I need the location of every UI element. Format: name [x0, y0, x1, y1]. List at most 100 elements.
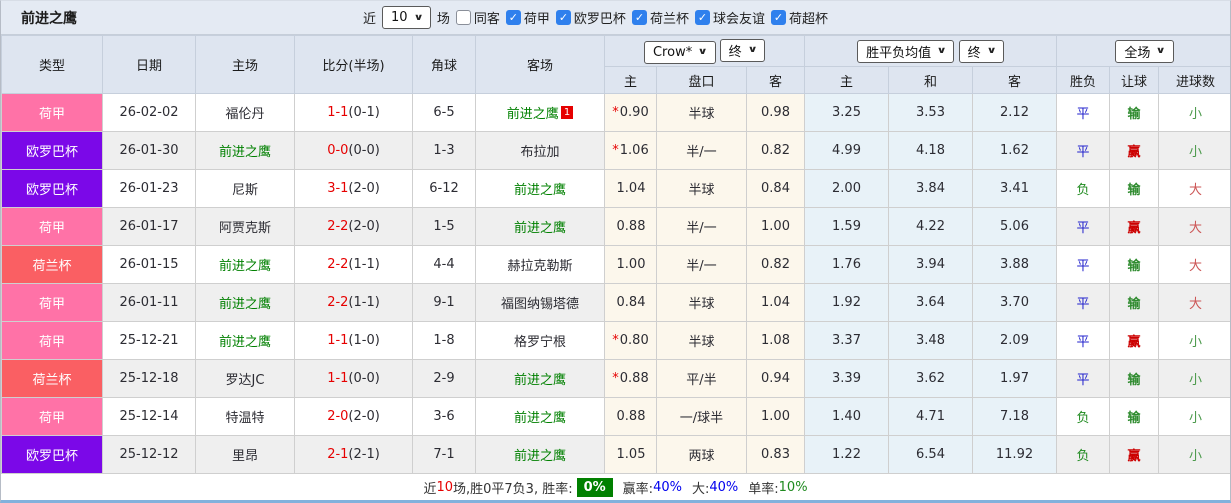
- result-wdl-cell: 平: [1056, 283, 1110, 322]
- result-goals-cell: 小: [1157, 93, 1230, 132]
- checkbox-icon: ✓: [694, 10, 710, 25]
- score-cell: 0-0(0-0): [294, 131, 413, 170]
- fulltime-score: 1-1: [327, 105, 349, 120]
- halftime-score: (2-0): [348, 409, 380, 424]
- league-cell: 欧罗巴杯: [1, 131, 103, 170]
- handicap-line-cell: 半/一: [656, 131, 747, 170]
- filter-checkbox[interactable]: ✓ 球会友谊: [694, 8, 765, 27]
- checkbox-icon: ✓: [555, 10, 571, 25]
- near-label: 近: [363, 12, 377, 27]
- result-goals-cell: 小: [1157, 397, 1230, 436]
- result-goals-cell: 小: [1157, 359, 1230, 398]
- filter-checkboxes: ✓ 同客 ✓ 荷甲 ✓ 欧罗巴杯 ✓ 荷兰杯 ✓ 球会友谊 ✓ 荷超杯: [455, 8, 828, 27]
- result-goals-cell: 小: [1157, 131, 1230, 170]
- date-cell: 26-01-23: [102, 169, 196, 208]
- corners-cell: 1-5: [412, 207, 476, 246]
- away-team-name: 前进之鹰: [513, 449, 566, 464]
- ah-away-odds-cell: 1.00: [746, 207, 805, 246]
- chevron-down-icon: ∨: [1155, 46, 1167, 56]
- result-wdl-cell: 平: [1056, 207, 1110, 246]
- recent-count-select[interactable]: 10 ∨: [382, 6, 431, 29]
- home-team-cell: 尼斯: [195, 169, 295, 208]
- filter-checkbox[interactable]: ✓ 欧罗巴杯: [555, 8, 626, 27]
- away-team-cell: 前进之鹰: [475, 207, 605, 246]
- home-team-cell: 里昂: [195, 435, 295, 474]
- date-cell: 26-02-02: [102, 93, 196, 132]
- table-row: 荷甲 26-02-02 福伦丹 1-1(0-1) 6-5 前进之鹰 1 *0.90…: [1, 93, 1230, 132]
- filter-controls: 近 10 ∨ 场 ✓ 同客 ✓ 荷甲 ✓ 欧罗巴杯 ✓ 荷兰杯 ✓ 球会友谊: [363, 6, 828, 29]
- away-team-cell: 福图纳锡塔德: [475, 283, 605, 322]
- halftime-score: (0-0): [348, 371, 380, 386]
- filter-checkbox[interactable]: ✓ 荷甲: [505, 8, 550, 27]
- halftime-score: (1-0): [348, 333, 380, 348]
- result-handicap-cell: 输: [1109, 93, 1159, 132]
- ah-away-odds-cell: 1.00: [746, 397, 805, 436]
- filter-checkbox[interactable]: ✓ 同客: [455, 8, 500, 27]
- avg-draw-odds-cell: 4.22: [888, 207, 973, 246]
- result-handicap-cell: 输: [1109, 169, 1159, 208]
- summary-segment: 40%: [709, 479, 739, 495]
- filter-checkbox[interactable]: ✓ 荷超杯: [770, 8, 828, 27]
- away-team-name: 前进之鹰: [513, 373, 566, 388]
- ah-away-odds-cell: 1.08: [746, 321, 805, 360]
- ah-home-odds-cell: *0.90: [604, 93, 657, 132]
- halftime-score: (0-1): [348, 105, 380, 120]
- table-row: 欧罗巴杯 26-01-23 尼斯 3-1(2-0) 6-12 前进之鹰 1.04…: [1, 169, 1230, 208]
- league-cell: 荷甲: [1, 283, 103, 322]
- handicap-time-select[interactable]: 终 ∨: [719, 38, 765, 62]
- avg-home-odds-cell: 1.76: [804, 245, 889, 284]
- away-team-cell: 前进之鹰 1: [475, 93, 605, 132]
- col-header-type: 类型: [1, 35, 103, 94]
- avg-away-odds-cell: 3.41: [972, 169, 1057, 208]
- ah-away-odds-cell: 0.84: [746, 169, 805, 208]
- date-cell: 26-01-11: [102, 283, 196, 322]
- odds-type-select[interactable]: 胜平负均值 ∨: [857, 39, 955, 63]
- handicap-line-cell: 半/一: [656, 245, 747, 284]
- fulltime-score: 2-2: [327, 295, 349, 310]
- result-wdl-cell: 平: [1056, 359, 1110, 398]
- result-wdl-cell: 平: [1056, 131, 1110, 170]
- fulltime-score: 0-0: [327, 143, 349, 158]
- match-stats-panel: 前进之鹰 近 10 ∨ 场 ✓ 同客 ✓ 荷甲 ✓ 欧罗巴杯 ✓ 荷兰杯: [0, 0, 1231, 503]
- result-wdl-cell: 负: [1056, 169, 1110, 208]
- subcol-result-handicap: 让球: [1109, 66, 1159, 94]
- handicap-line-cell: 半/一: [656, 207, 747, 246]
- checkbox-icon: ✓: [631, 10, 647, 25]
- odds-time-select[interactable]: 终 ∨: [958, 39, 1004, 63]
- corners-cell: 9-1: [412, 283, 476, 322]
- summary-segment: 10%: [778, 479, 808, 495]
- result-goals-cell: 小: [1157, 321, 1230, 360]
- summary-segment: 赢率:: [622, 481, 654, 497]
- ah-away-odds-cell: 0.82: [746, 245, 805, 284]
- subcol-ah-line: 盘口: [656, 66, 747, 94]
- score-cell: 2-0(2-0): [294, 397, 413, 436]
- ah-away-odds-cell: 0.94: [746, 359, 805, 398]
- col-header-score: 比分(半场): [294, 35, 413, 94]
- avg-home-odds-cell: 2.00: [804, 169, 889, 208]
- home-team-cell: 前进之鹰: [195, 245, 295, 284]
- result-handicap-cell: 输: [1109, 245, 1159, 284]
- fulltime-score: 2-2: [327, 257, 349, 272]
- col-header-away: 客场: [475, 35, 605, 94]
- home-team-cell: 特温特: [195, 397, 295, 436]
- fulltime-score: 1-1: [327, 333, 349, 348]
- table-row: 荷甲 26-01-17 阿贾克斯 2-2(2-0) 1-5 前进之鹰 0.88 …: [1, 207, 1230, 246]
- ah-home-odds-cell: 0.84: [604, 283, 657, 322]
- bookmaker-select[interactable]: Crow* ∨: [643, 40, 716, 64]
- score-cell: 1-1(1-0): [294, 321, 413, 360]
- chevron-down-icon: ∨: [986, 46, 997, 56]
- table-row: 荷甲 25-12-21 前进之鹰 1-1(1-0) 1-8 格罗宁根 *0.80…: [1, 321, 1230, 360]
- result-handicap-cell: 输: [1109, 397, 1159, 436]
- away-team-cell: 前进之鹰: [475, 435, 605, 474]
- filter-checkbox[interactable]: ✓ 荷兰杯: [631, 8, 689, 27]
- away-team-cell: 赫拉克勒斯: [475, 245, 605, 284]
- scope-select[interactable]: 全场 ∨: [1115, 39, 1174, 63]
- result-goals-cell: 大: [1157, 169, 1230, 208]
- handicap-star: *: [612, 371, 619, 386]
- subcol-ah-home: 主: [604, 66, 657, 94]
- ah-home-odds-cell: *0.88: [604, 359, 657, 398]
- summary-segment: 40%: [653, 479, 682, 495]
- table-row: 荷兰杯 25-12-18 罗达JC 1-1(0-0) 2-9 前进之鹰 *0.8…: [1, 359, 1230, 398]
- home-team-cell: 福伦丹: [195, 93, 295, 132]
- avg-away-odds-cell: 3.88: [972, 245, 1057, 284]
